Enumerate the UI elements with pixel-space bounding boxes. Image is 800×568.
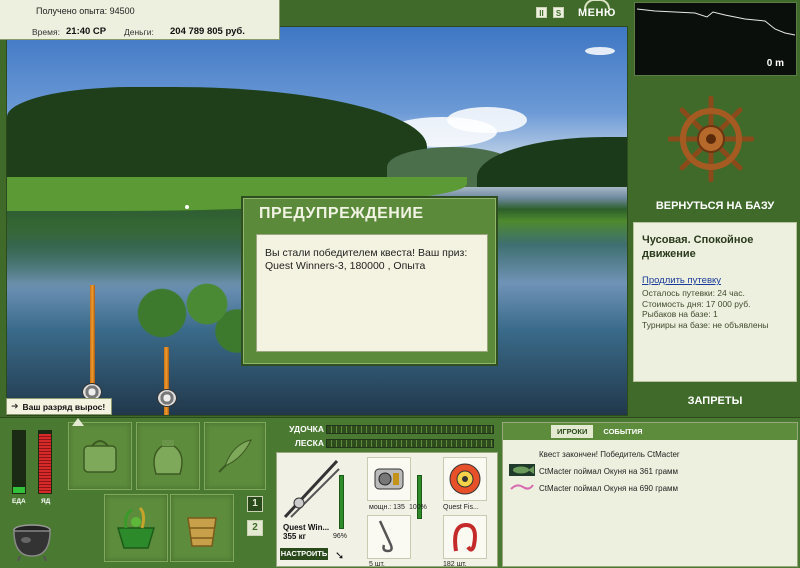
depth-sounder: 0 m <box>634 2 797 76</box>
food-meter-fill <box>13 486 25 493</box>
bucket-icon <box>187 517 217 547</box>
time-value: 21:40 СР <box>66 26 107 37</box>
line-cell[interactable] <box>443 457 487 501</box>
depth-value: 0 m <box>766 58 784 69</box>
bait-count: 182 шт. <box>443 561 467 568</box>
reel-icon <box>374 468 404 490</box>
groundbait-slot[interactable] <box>104 494 168 562</box>
inventory-page-2-button[interactable]: 2 <box>247 520 263 536</box>
rod-name: Quest Win... <box>283 523 330 532</box>
bag-icon <box>83 440 117 473</box>
reel-icon[interactable] <box>157 389 177 407</box>
reel-percent: 100% <box>409 504 427 511</box>
feather-icon <box>218 439 252 473</box>
rod-load-bar <box>326 425 494 434</box>
cloud <box>447 107 527 133</box>
float-marker <box>185 205 189 209</box>
money-label: Деньги: <box>124 27 154 37</box>
exp-gained: Получено опыта: 94500 <box>36 6 135 16</box>
day-cost: Стоимость дня: 17 000 руб. <box>642 298 751 309</box>
cauldron-icon[interactable] <box>8 516 56 562</box>
rod-percent: 96% <box>333 533 348 540</box>
player-info-panel: Получено опыта: 94500 Время: 21:40 СР Де… <box>0 0 280 40</box>
sack-icon <box>153 440 183 475</box>
rod-icon <box>283 459 340 519</box>
time-label: Время: <box>32 27 60 37</box>
tackle-panel: Quest Win... 355 кг 96% мощн.: 135 100% … <box>276 452 498 568</box>
fish-icon <box>509 464 535 476</box>
setup-tackle-button[interactable]: НАСТРОИТЬ <box>280 548 328 560</box>
tournaments-at-base: Турниры на базе: не объявлены <box>642 319 769 330</box>
bans-button[interactable]: ЗАПРЕТЫ <box>630 395 800 407</box>
sack-slot[interactable] <box>136 422 200 490</box>
location-info: Чусовая. Спокойное движение Продлить пут… <box>633 222 797 382</box>
hook-icon <box>378 520 393 553</box>
chat-panel: ИГРОКИ СОБЫТИЯ Квест закончен! Победител… <box>502 422 798 567</box>
poison-meter <box>38 430 52 494</box>
permit-remaining: Осталось путевки: 24 час. <box>642 288 745 298</box>
line-label: ЛЕСКА <box>294 438 324 448</box>
arrow-right-icon: ➜ <box>11 401 19 411</box>
inventory-page-1-button[interactable]: 1 <box>247 496 263 512</box>
tab-players[interactable]: ИГРОКИ <box>551 425 594 438</box>
poison-label: ЯД <box>41 498 51 505</box>
line-spool-icon <box>449 463 481 495</box>
pause-button[interactable]: II <box>536 6 547 18</box>
money-value: 204 789 805 руб. <box>170 26 245 37</box>
location-title: Чусовая. Спокойное движение <box>642 234 754 260</box>
lure-icon <box>510 484 534 490</box>
rank-up-notice[interactable]: ➜ Ваш разряд вырос! <box>6 398 113 415</box>
bucket-slot[interactable] <box>170 494 234 562</box>
arrow-down-right-icon[interactable]: ➘ <box>335 549 344 562</box>
bottom-panel: ЕДА ЯД 1 2 УДОЧКА ЛЕСКА Quest Win... 355… <box>0 417 800 568</box>
chat-message: Квест закончен! Победитель CtMacter <box>539 450 680 459</box>
backpack-slot[interactable] <box>68 422 132 490</box>
vegetable-basket-icon <box>116 506 156 549</box>
bait-slot[interactable] <box>204 422 266 490</box>
chat-tabs: ИГРОКИ СОБЫТИЯ <box>503 423 797 440</box>
return-to-base-button[interactable]: ВЕРНУТЬСЯ НА БАЗУ <box>630 200 800 212</box>
hook-count: 5 шт. <box>369 561 385 568</box>
food-label: ЕДА <box>12 498 26 505</box>
reel-condition-bar <box>417 475 422 519</box>
sound-button[interactable]: S <box>553 6 564 18</box>
dialog-message: Вы стали победителем квеста! Ваш приз: Q… <box>256 234 488 352</box>
tackle-load-bars: УДОЧКА ЛЕСКА <box>278 424 496 452</box>
dialog-title: ПРЕДУПРЕЖДЕНИЕ <box>259 205 424 222</box>
rod-label: УДОЧКА <box>289 424 324 434</box>
bait-cell[interactable] <box>443 515 487 559</box>
food-meter <box>12 430 26 494</box>
rod-load-row: УДОЧКА <box>278 424 496 436</box>
chat-message: CtMacter поймал Окуня на 361 грамм <box>539 467 679 476</box>
line-load-bar <box>326 439 494 448</box>
line-load-row: ЛЕСКА <box>278 438 496 450</box>
poison-meter-fill <box>39 434 51 493</box>
right-panel: ВЕРНУТЬСЯ НА БАЗУ Чусовая. Спокойное дви… <box>630 82 800 416</box>
tab-events[interactable]: СОБЫТИЯ <box>597 425 648 438</box>
chat-message: CtMacter поймал Окуня на 690 грамм <box>539 484 679 493</box>
ship-wheel-icon[interactable] <box>668 96 754 182</box>
reel-power: мощн.: 135 <box>369 504 405 511</box>
reel-cell[interactable] <box>367 457 411 501</box>
fishers-at-base: Рыбаков на базе: 1 <box>642 309 718 319</box>
forest <box>7 87 427 187</box>
line-name: Quest Fis... <box>443 504 479 511</box>
top-controls: II S МЕНЮ <box>536 0 616 20</box>
scroll-up-icon[interactable] <box>72 418 84 426</box>
rank-up-text: Ваш разряд вырос! <box>22 401 106 412</box>
warning-dialog[interactable]: ПРЕДУПРЕЖДЕНИЕ Вы стали победителем квес… <box>241 196 498 366</box>
menu-button[interactable]: МЕНЮ <box>578 0 616 19</box>
rod-condition-bar <box>339 475 344 529</box>
extend-permit-link[interactable]: Продлить путевку <box>642 275 788 286</box>
cloud <box>585 47 615 55</box>
hook-cell[interactable] <box>367 515 411 559</box>
forest <box>477 137 627 187</box>
rod-name-block: Quest Win... 355 кг <box>283 523 329 541</box>
rod-weight: 355 кг <box>283 532 306 541</box>
helm-icon <box>584 0 610 9</box>
worm-icon <box>453 522 477 552</box>
